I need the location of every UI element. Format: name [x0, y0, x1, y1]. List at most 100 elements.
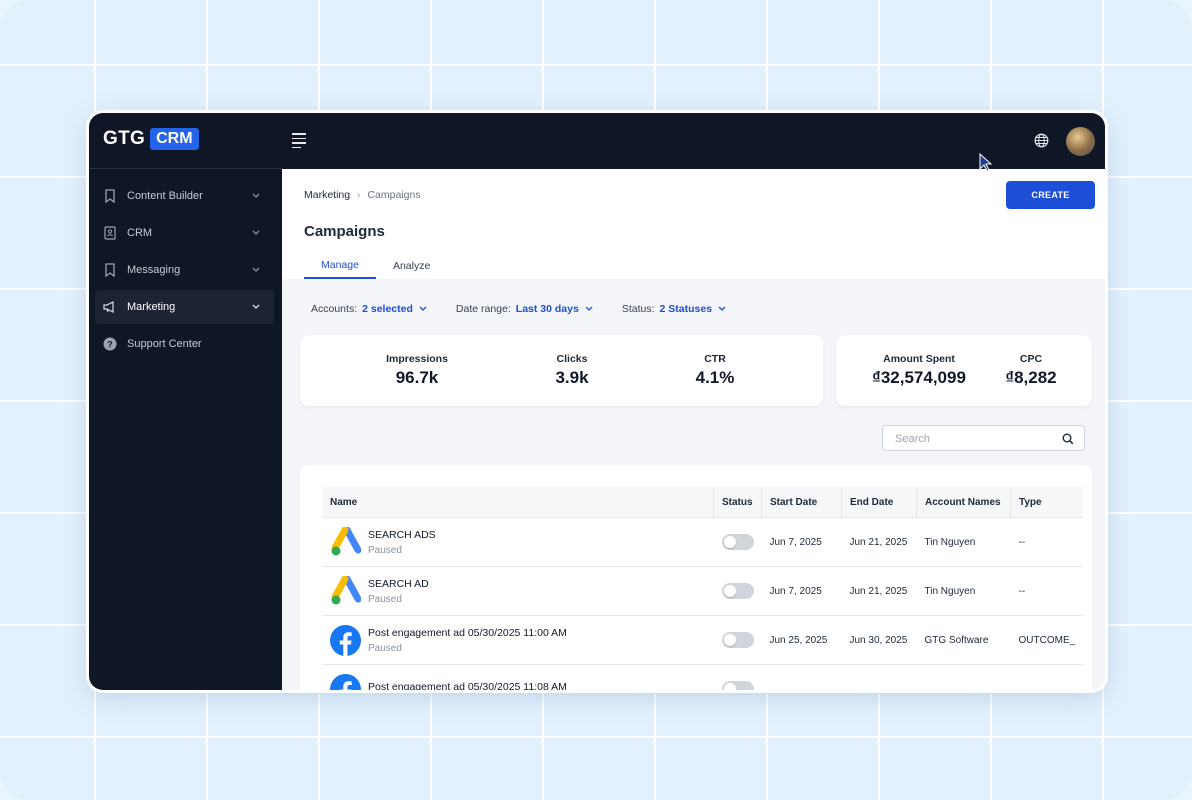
status-toggle[interactable] [721, 632, 754, 648]
page-title: Campaigns [304, 223, 385, 240]
table-row[interactable]: Post engagement ad 05/30/2025 11:08 AM [322, 664, 1084, 690]
start-date-cell: Jun 7, 2025 [761, 566, 842, 616]
app-window: GTG CRM Content Builder CRM Messaging Ma… [89, 113, 1105, 690]
chevron-down-icon [419, 305, 427, 314]
spend-stats-card: Amount Spent ₫32,574,099 CPC ₫8,282 [836, 335, 1092, 406]
column-header-account-names[interactable]: Account Names [916, 487, 1011, 518]
tab-manage[interactable]: Manage [304, 253, 376, 279]
search-box[interactable] [882, 425, 1085, 451]
end-date-cell: Jun 21, 2025 [841, 517, 917, 567]
type-cell: -- [1010, 566, 1084, 616]
sidebar-item-messaging[interactable]: Messaging [95, 253, 274, 287]
sidebar-item-content-builder[interactable]: Content Builder [95, 179, 274, 213]
stat-value: ₫8,282 [1005, 368, 1057, 387]
bookmark-icon [103, 263, 117, 277]
campaign-name[interactable]: SEARCH ADS [368, 529, 436, 541]
svg-text:?: ? [107, 340, 113, 350]
name-cell: SEARCH ADS Paused [322, 517, 714, 567]
type-cell [1010, 664, 1084, 690]
brand-name: GTG [103, 128, 146, 149]
clicks-stat: Clicks 3.9k [512, 353, 632, 388]
contact-card-icon [103, 226, 117, 240]
table-row[interactable]: SEARCH ADS Paused Jun 7, 2025 Jun 21, 202… [322, 517, 1084, 567]
search-icon[interactable] [1062, 432, 1074, 445]
stat-value: 4.1% [695, 368, 735, 387]
globe-icon[interactable] [1034, 133, 1049, 148]
sidebar-item-marketing[interactable]: Marketing [95, 290, 274, 324]
type-cell: -- [1010, 517, 1084, 567]
filter-value: 2 selected [362, 303, 413, 315]
campaign-name[interactable]: Post engagement ad 05/30/2025 11:00 AM [368, 627, 567, 639]
status-filter[interactable]: Status: 2 Statuses [622, 303, 726, 315]
column-header-name[interactable]: Name [322, 487, 714, 518]
search-input[interactable] [893, 432, 1057, 446]
impressions-stat: Impressions 96.7k [357, 353, 477, 388]
create-button[interactable]: CREATE [1006, 181, 1095, 209]
column-header-type[interactable]: Type [1010, 487, 1084, 518]
sidebar-item-support-center[interactable]: ? Support Center [95, 327, 274, 361]
campaign-state: Paused [368, 593, 402, 605]
accounts-filter[interactable]: Accounts: 2 selected [311, 303, 427, 315]
breadcrumb-current: Campaigns [367, 189, 421, 201]
chevron-down-icon [252, 228, 268, 238]
start-date-cell: Jun 7, 2025 [761, 517, 842, 567]
sidebar-item-label: Content Builder [127, 190, 203, 202]
end-date-cell: Jun 21, 2025 [841, 566, 917, 616]
chevron-down-icon [252, 191, 268, 201]
stat-label: Clicks [556, 353, 588, 365]
sidebar-nav: Content Builder CRM Messaging Marketing … [95, 179, 274, 364]
performance-stats-card: Impressions 96.7k Clicks 3.9k CTR 4.1% [300, 335, 823, 406]
status-cell [713, 566, 762, 616]
megaphone-icon [103, 300, 117, 314]
column-header-status[interactable]: Status [713, 487, 762, 518]
name-cell: SEARCH AD Paused [322, 566, 714, 616]
table-row[interactable]: SEARCH AD Paused Jun 7, 2025 Jun 21, 2025… [322, 566, 1084, 616]
status-toggle[interactable] [721, 534, 754, 550]
table-header-row: Name Status Start Date End Date Account … [322, 487, 1084, 518]
bookmark-icon [103, 189, 117, 203]
ctr-stat: CTR 4.1% [655, 353, 775, 388]
column-header-end-date[interactable]: End Date [841, 487, 917, 518]
start-date-cell: Jun 25, 2025 [761, 615, 842, 665]
brand-logo[interactable]: GTG CRM [103, 128, 199, 150]
account-name-cell [916, 664, 1011, 690]
page-header: Marketing › Campaigns CREATE Campaigns M… [282, 169, 1105, 279]
column-header-start-date[interactable]: Start Date [761, 487, 842, 518]
help-circle-icon: ? [103, 337, 117, 351]
sidebar-divider [89, 168, 282, 169]
stat-value: 3.9k [555, 368, 589, 387]
sidebar-item-crm[interactable]: CRM [95, 216, 274, 250]
campaign-name[interactable]: Post engagement ad 05/30/2025 11:08 AM [368, 681, 567, 690]
facebook-icon [330, 673, 361, 690]
facebook-icon [330, 624, 361, 656]
filter-value: 2 Statuses [659, 303, 713, 315]
cpc-stat: CPC ₫8,282 [991, 353, 1071, 388]
chevron-down-icon [585, 305, 593, 314]
breadcrumb-parent[interactable]: Marketing [304, 189, 350, 201]
menu-icon[interactable] [292, 133, 306, 151]
avatar[interactable] [1066, 127, 1095, 156]
sidebar: GTG CRM Content Builder CRM Messaging Ma… [89, 113, 282, 690]
chevron-down-icon [718, 305, 726, 314]
campaigns-table: Name Status Start Date End Date Account … [322, 487, 1084, 690]
stat-label: Amount Spent [883, 353, 955, 365]
table-row[interactable]: Post engagement ad 05/30/2025 11:00 AM Pa… [322, 615, 1084, 665]
sidebar-item-label: CRM [127, 227, 153, 239]
tab-analyze[interactable]: Analyze [376, 253, 447, 279]
status-toggle[interactable] [721, 583, 754, 599]
status-cell [713, 664, 762, 690]
campaigns-table-card: Name Status Start Date End Date Account … [300, 465, 1092, 690]
account-name-cell: GTG Software [916, 615, 1011, 665]
sidebar-item-label: Support Center [127, 338, 202, 350]
date-range-filter[interactable]: Date range: Last 30 days [456, 303, 593, 315]
filter-label: Accounts: [311, 303, 358, 315]
campaign-name[interactable]: SEARCH AD [368, 578, 429, 590]
type-cell: OUTCOME_ [1010, 615, 1084, 665]
chevron-down-icon [252, 265, 268, 275]
account-name-cell: Tin Nguyen [916, 517, 1011, 567]
amount-spent-stat: Amount Spent ₫32,574,099 [854, 353, 984, 388]
filter-label: Status: [621, 303, 655, 315]
status-toggle[interactable] [721, 681, 754, 690]
name-cell: Post engagement ad 05/30/2025 11:00 AM Pa… [322, 615, 714, 665]
end-date-cell [841, 664, 917, 690]
